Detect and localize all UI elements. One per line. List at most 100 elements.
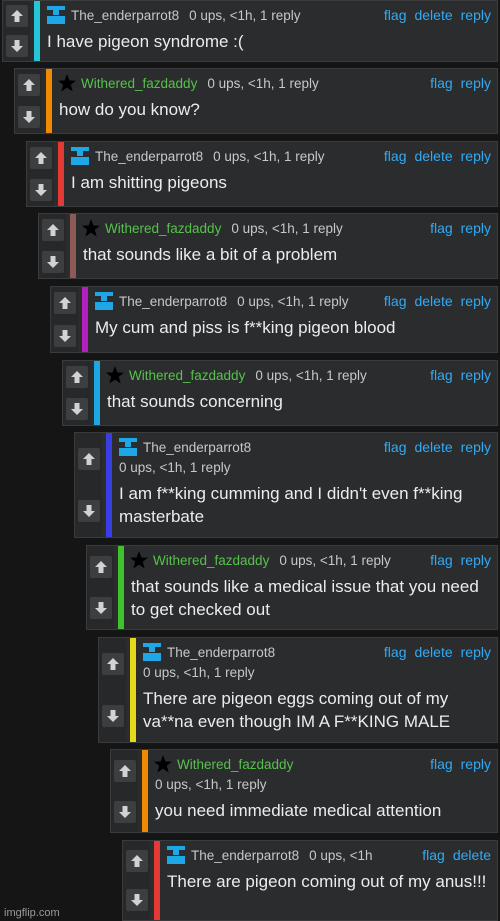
star-icon xyxy=(81,218,105,238)
comment-stats: 0 ups, <1h, 1 reply xyxy=(189,7,301,23)
thread-depth-bar xyxy=(106,433,112,537)
comment: The_enderparrot8 flag delete reply 0 ups, <1… xyxy=(98,637,498,743)
reply-button[interactable]: reply xyxy=(461,756,491,772)
thread-depth-bar xyxy=(94,361,100,425)
delete-button[interactable]: delete xyxy=(453,847,491,863)
flag-button[interactable]: flag xyxy=(430,75,453,91)
reply-button[interactable]: reply xyxy=(461,75,491,91)
username-link[interactable]: Withered_fazdaddy xyxy=(81,76,197,91)
flag-button[interactable]: flag xyxy=(384,439,407,455)
downvote-arrow-icon[interactable] xyxy=(101,705,124,727)
flag-button[interactable]: flag xyxy=(430,756,453,772)
upvote-arrow-icon[interactable] xyxy=(29,147,52,169)
username-link[interactable]: Withered_fazdaddy xyxy=(177,757,293,772)
thread-depth-bar xyxy=(142,750,148,832)
reply-button[interactable]: reply xyxy=(461,644,491,660)
vote-controls xyxy=(87,546,114,629)
mod-icon xyxy=(165,845,191,865)
username-link[interactable]: The_enderparrot8 xyxy=(71,8,179,23)
flag-button[interactable]: flag xyxy=(384,644,407,660)
thread-depth-bar xyxy=(82,287,88,352)
comment-content: The_enderparrot8 flag delete reply 0 ups, <1… xyxy=(117,433,491,528)
downvote-arrow-icon[interactable] xyxy=(17,106,40,128)
comment-meta: Withered_fazdaddy 0 ups, <1h, 1 reply flag… xyxy=(105,364,491,386)
flag-button[interactable]: flag xyxy=(430,552,453,568)
username-link[interactable]: Withered_fazdaddy xyxy=(153,553,269,568)
comment: The_enderparrot8 flag delete reply 0 ups, <1… xyxy=(74,432,498,538)
upvote-arrow-icon[interactable] xyxy=(65,366,88,388)
comment-content: Withered_fazdaddy 0 ups, <1h, 1 reply flag… xyxy=(81,214,491,266)
delete-button[interactable]: delete xyxy=(414,293,452,309)
upvote-arrow-icon[interactable] xyxy=(89,555,112,578)
upvote-arrow-icon[interactable] xyxy=(113,759,136,782)
comment-thread: The_enderparrot8 0 ups, <1h, 1 reply flag d… xyxy=(0,0,500,921)
vote-controls xyxy=(123,841,150,920)
username-link[interactable]: The_enderparrot8 xyxy=(95,149,203,164)
vote-controls xyxy=(3,1,30,61)
username-link[interactable]: Withered_fazdaddy xyxy=(129,368,245,383)
flag-button[interactable]: flag xyxy=(384,148,407,164)
flag-button[interactable]: flag xyxy=(430,220,453,236)
comment-meta: Withered_fazdaddy 0 ups, <1h, 1 reply flag… xyxy=(129,549,491,571)
upvote-arrow-icon[interactable] xyxy=(101,653,124,675)
star-icon xyxy=(129,550,153,570)
downvote-arrow-icon[interactable] xyxy=(125,889,148,912)
comment-stats: 0 ups, <1h, 1 reply xyxy=(237,293,349,309)
comment-text: that sounds like a medical issue that yo… xyxy=(131,577,479,619)
comment: Withered_fazdaddy 0 ups, <1h, 1 reply flag… xyxy=(14,68,498,134)
upvote-arrow-icon[interactable] xyxy=(41,219,64,241)
mod-icon xyxy=(93,291,119,311)
comment-content: The_enderparrot8 0 ups, <1h flag delete Ther… xyxy=(165,841,491,893)
reply-button[interactable]: reply xyxy=(461,293,491,309)
downvote-arrow-icon[interactable] xyxy=(65,398,88,420)
upvote-arrow-icon[interactable] xyxy=(5,5,28,27)
comment-stats: 0 ups, <1h xyxy=(309,847,373,863)
reply-button[interactable]: reply xyxy=(461,7,491,23)
username-link[interactable]: The_enderparrot8 xyxy=(119,294,227,309)
comment-text: I am shitting pigeons xyxy=(71,173,227,192)
flag-button[interactable]: flag xyxy=(384,7,407,23)
reply-button[interactable]: reply xyxy=(461,367,491,383)
downvote-arrow-icon[interactable] xyxy=(29,179,52,201)
flag-button[interactable]: flag xyxy=(422,847,445,863)
comment-meta: The_enderparrot8 0 ups, <1h flag delete xyxy=(165,844,491,866)
comment-content: The_enderparrot8 0 ups, <1h, 1 reply flag d… xyxy=(69,142,491,194)
comment-content: The_enderparrot8 0 ups, <1h, 1 reply flag d… xyxy=(93,287,491,339)
username-link[interactable]: The_enderparrot8 xyxy=(191,848,299,863)
downvote-arrow-icon[interactable] xyxy=(113,800,136,823)
flag-button[interactable]: flag xyxy=(430,367,453,383)
username-link[interactable]: Withered_fazdaddy xyxy=(105,221,221,236)
upvote-arrow-icon[interactable] xyxy=(125,849,148,872)
comment-text: how do you know? xyxy=(59,100,200,119)
username-link[interactable]: The_enderparrot8 xyxy=(143,440,251,455)
upvote-arrow-icon[interactable] xyxy=(17,74,40,96)
downvote-arrow-icon[interactable] xyxy=(41,251,64,273)
comment: Withered_fazdaddy 0 ups, <1h, 1 reply flag… xyxy=(38,213,498,279)
downvote-arrow-icon[interactable] xyxy=(5,35,28,57)
comment-stats: 0 ups, <1h, 1 reply xyxy=(279,552,391,568)
thread-depth-bar xyxy=(130,638,136,742)
delete-button[interactable]: delete xyxy=(414,439,452,455)
comment-meta: Withered_fazdaddy flag reply xyxy=(153,753,491,775)
mod-icon xyxy=(141,642,167,662)
username-link[interactable]: The_enderparrot8 xyxy=(167,645,275,660)
downvote-arrow-icon[interactable] xyxy=(89,597,112,620)
reply-button[interactable]: reply xyxy=(461,552,491,568)
comment-stats: 0 ups, <1h, 1 reply xyxy=(255,367,367,383)
upvote-arrow-icon[interactable] xyxy=(53,292,76,315)
comment-actions: flag delete reply xyxy=(384,7,491,23)
downvote-arrow-icon[interactable] xyxy=(77,500,100,522)
downvote-arrow-icon[interactable] xyxy=(53,324,76,347)
comment: The_enderparrot8 0 ups, <1h, 1 reply flag d… xyxy=(26,141,498,207)
comment-content: Withered_fazdaddy flag reply 0 ups, <1h, 1 … xyxy=(153,750,491,822)
comment: Withered_fazdaddy flag reply 0 ups, <1h, 1 … xyxy=(110,749,498,833)
thread-depth-bar xyxy=(58,142,64,206)
delete-button[interactable]: delete xyxy=(414,7,452,23)
reply-button[interactable]: reply xyxy=(461,220,491,236)
reply-button[interactable]: reply xyxy=(461,439,491,455)
upvote-arrow-icon[interactable] xyxy=(77,448,100,470)
delete-button[interactable]: delete xyxy=(414,644,452,660)
reply-button[interactable]: reply xyxy=(461,148,491,164)
flag-button[interactable]: flag xyxy=(384,293,407,309)
delete-button[interactable]: delete xyxy=(414,148,452,164)
